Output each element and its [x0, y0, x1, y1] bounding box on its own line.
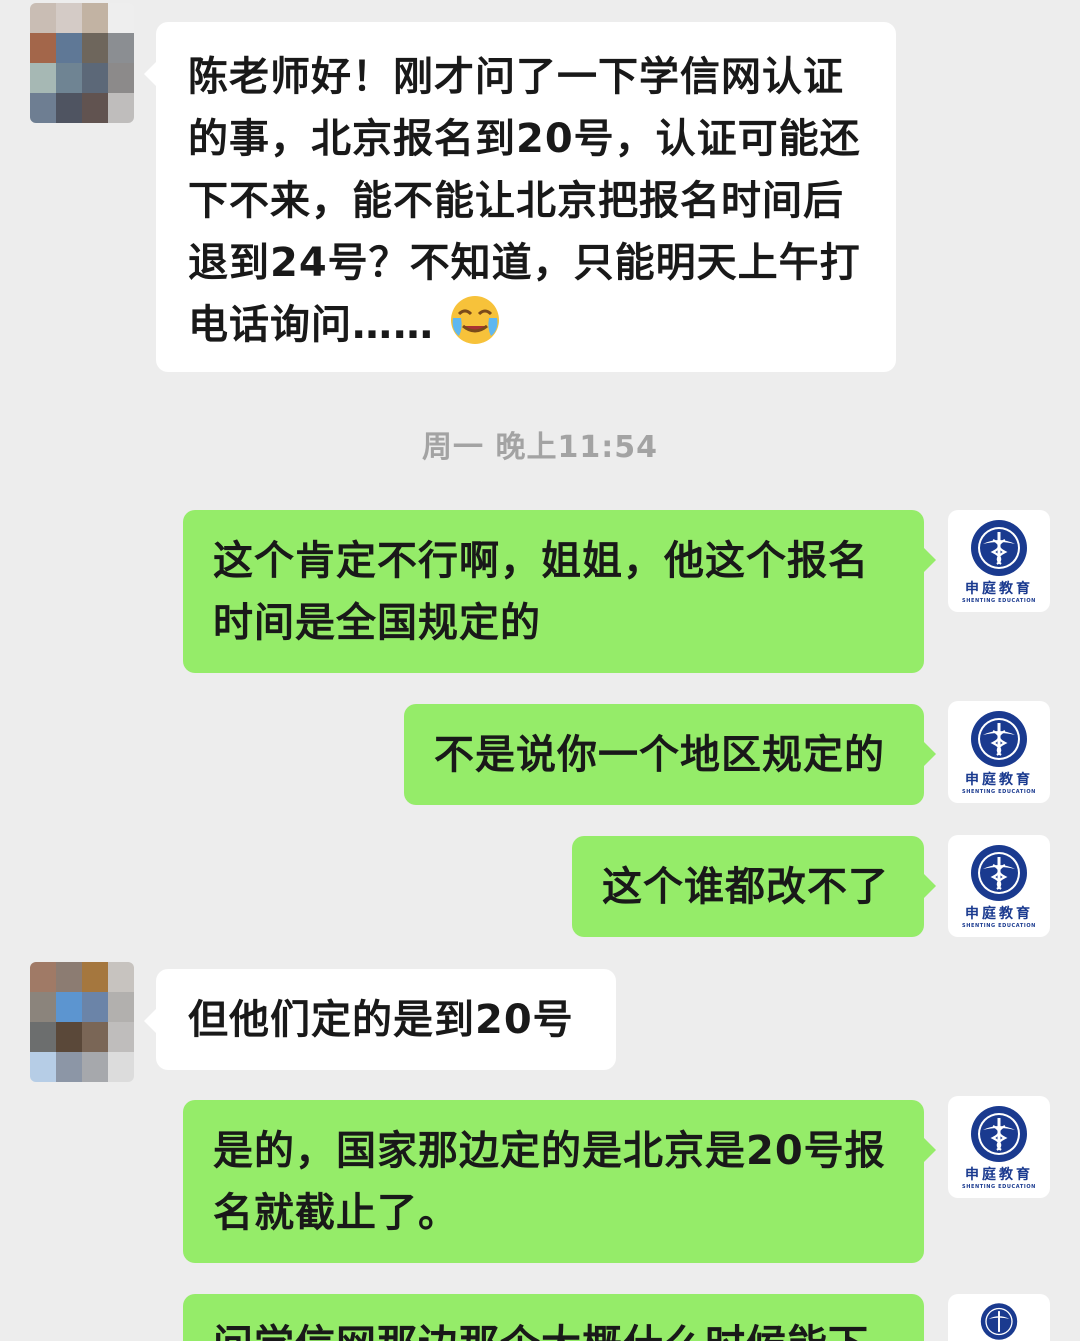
message-text: 电话询问……: [188, 302, 434, 348]
logo-name: 申庭教育: [965, 906, 1033, 922]
message-bubble-outgoing[interactable]: 这个谁都改不了: [572, 836, 936, 937]
caduceus-seal-icon: [971, 520, 1027, 576]
message-timestamp: 周一 晚上11:54: [422, 430, 658, 465]
message-line: 电话询问……: [188, 294, 868, 364]
message-line: 但他们定的是到20号: [188, 997, 574, 1043]
message-bubble-outgoing[interactable]: 这个肯定不行啊，姐姐，他这个报名 时间是全国规定的: [183, 510, 936, 673]
self-avatar[interactable]: 申庭教育 SHENTING EDUCATION: [948, 1096, 1050, 1198]
self-avatar[interactable]: [948, 1294, 1050, 1341]
message-line: 时间是全国规定的: [213, 600, 541, 646]
logo-subtitle: SHENTING EDUCATION: [962, 789, 1036, 795]
logo-subtitle: SHENTING EDUCATION: [962, 1184, 1036, 1190]
logo-subtitle: SHENTING EDUCATION: [962, 923, 1036, 929]
message-bubble-outgoing[interactable]: 是的，国家那边定的是北京是20号报 名就截止了。: [183, 1100, 936, 1263]
message-line: 问学信网那边那个大概什么时候能下: [213, 1314, 898, 1341]
message-line: 名就截止了。: [213, 1190, 459, 1236]
message-bubble-incoming[interactable]: 陈老师好！刚才问了一下学信网认证 的事，北京报名到20号，认证可能还 下不来，能…: [144, 22, 896, 372]
caduceus-seal-icon: [971, 1106, 1027, 1162]
logo-name: 申庭教育: [965, 772, 1033, 788]
message-line: 是的，国家那边定的是北京是20号报: [213, 1128, 886, 1174]
message-line: 这个谁都改不了: [602, 864, 889, 910]
message-bubble-incoming[interactable]: 但他们定的是到20号: [144, 969, 616, 1070]
logo-name: 申庭教育: [965, 1167, 1033, 1183]
contact-avatar[interactable]: [30, 3, 134, 123]
message-line: 的事，北京报名到20号，认证可能还: [188, 116, 861, 162]
caduceus-seal-icon: [980, 1303, 1018, 1340]
message-bubble-outgoing[interactable]: 问学信网那边那个大概什么时候能下: [183, 1294, 924, 1341]
self-avatar[interactable]: 申庭教育 SHENTING EDUCATION: [948, 510, 1050, 612]
message-line: 不是说你一个地区规定的: [434, 732, 885, 778]
self-avatar[interactable]: 申庭教育 SHENTING EDUCATION: [948, 701, 1050, 803]
face-with-tears-emoji: [449, 294, 501, 364]
message-bubble-outgoing[interactable]: 不是说你一个地区规定的: [404, 704, 936, 805]
caduceus-seal-icon: [971, 711, 1027, 767]
message-line: 这个肯定不行啊，姐姐，他这个报名: [213, 538, 869, 584]
logo-subtitle: SHENTING EDUCATION: [962, 598, 1036, 604]
contact-avatar[interactable]: [30, 962, 134, 1082]
message-line: 下不来，能不能让北京把报名时间后: [188, 178, 844, 224]
message-line: 退到24号？不知道，只能明天上午打: [188, 240, 861, 286]
self-avatar[interactable]: 申庭教育 SHENTING EDUCATION: [948, 835, 1050, 937]
caduceus-seal-icon: [971, 845, 1027, 901]
chat-window: 陈老师好！刚才问了一下学信网认证 的事，北京报名到20号，认证可能还 下不来，能…: [0, 0, 1080, 1341]
message-line: 陈老师好！刚才问了一下学信网认证: [188, 54, 844, 100]
logo-name: 申庭教育: [965, 581, 1033, 597]
